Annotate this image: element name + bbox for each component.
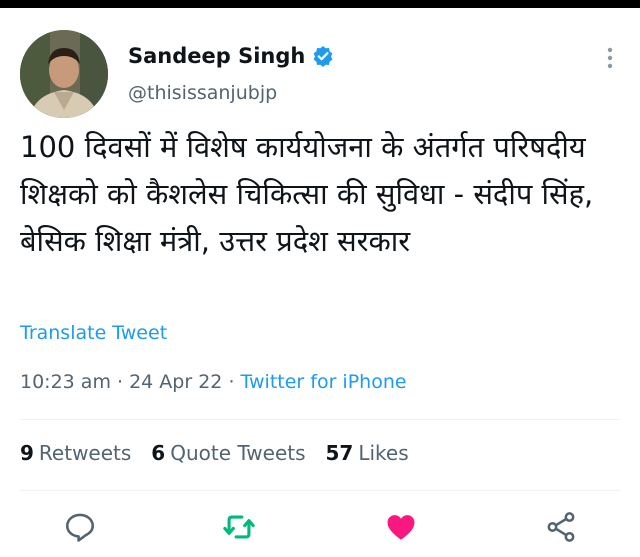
author-name[interactable]: Sandeep Singh xyxy=(128,44,305,68)
likes-count: 57 xyxy=(325,441,354,465)
divider xyxy=(20,490,620,491)
quote-tweets-stat[interactable]: 6 Quote Tweets xyxy=(151,441,305,465)
tweet-actions xyxy=(0,508,640,552)
verified-badge-icon xyxy=(313,46,333,67)
retweets-stat[interactable]: 9 Retweets xyxy=(20,441,131,465)
tweet-text: 100 दिवसों में विशेष कार्ययोजना के अंतर्… xyxy=(20,130,594,258)
meta-separator: · xyxy=(228,371,241,393)
retweets-count: 9 xyxy=(20,441,34,465)
retweet-icon[interactable] xyxy=(222,510,256,544)
divider xyxy=(20,419,620,420)
translate-tweet-link[interactable]: Translate Tweet xyxy=(20,322,167,344)
avatar[interactable] xyxy=(20,30,108,118)
more-vertical-icon[interactable] xyxy=(600,45,620,71)
status-bar xyxy=(0,0,640,8)
tweet-date: 24 Apr 22 xyxy=(129,371,223,393)
tweet-stats: 9 Retweets 6 Quote Tweets 57 Likes xyxy=(20,441,429,465)
quote-tweets-label: Quote Tweets xyxy=(170,441,306,465)
tweet-meta: 10:23 am · 24 Apr 22 · Twitter for iPhon… xyxy=(20,371,407,393)
quote-tweets-count: 6 xyxy=(151,441,166,465)
author-row: Sandeep Singh xyxy=(128,44,334,68)
reply-icon[interactable] xyxy=(63,510,97,544)
avatar-image xyxy=(20,30,108,118)
author-handle[interactable]: @thisissanjubjp xyxy=(128,82,277,104)
share-icon[interactable] xyxy=(544,510,578,544)
meta-separator: · xyxy=(117,371,130,393)
likes-label: Likes xyxy=(358,441,409,465)
tweet-time: 10:23 am xyxy=(20,371,111,393)
retweets-label: Retweets xyxy=(38,441,132,465)
heart-filled-icon[interactable] xyxy=(384,510,418,544)
tweet-source-link[interactable]: Twitter for iPhone xyxy=(241,371,407,393)
likes-stat[interactable]: 57 Likes xyxy=(326,441,409,465)
